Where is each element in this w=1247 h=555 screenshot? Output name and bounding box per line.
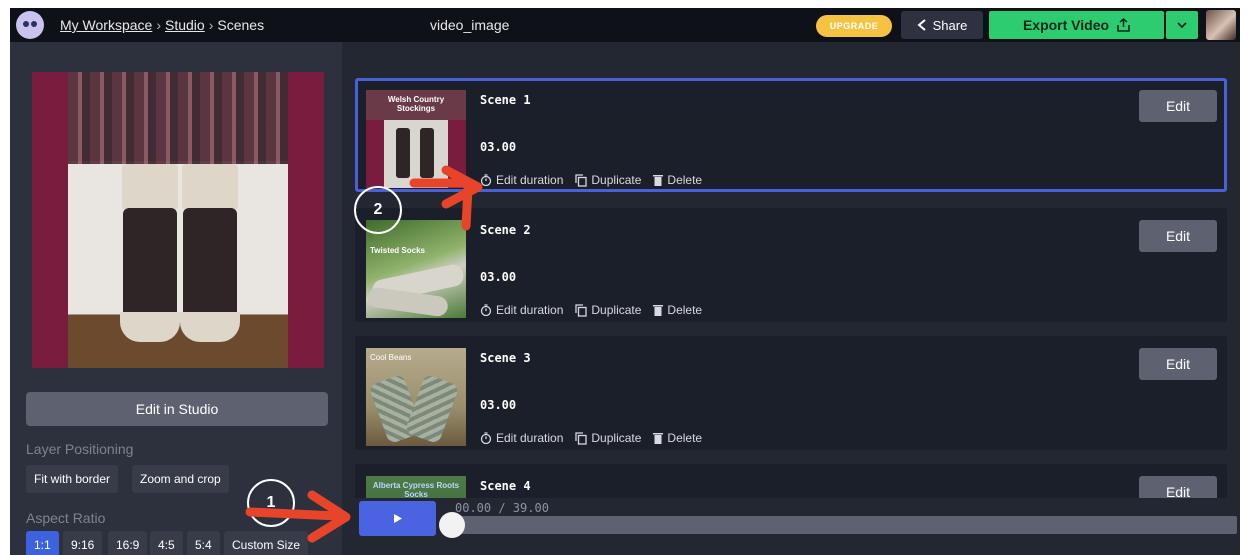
step-2-arrow — [409, 165, 483, 231]
